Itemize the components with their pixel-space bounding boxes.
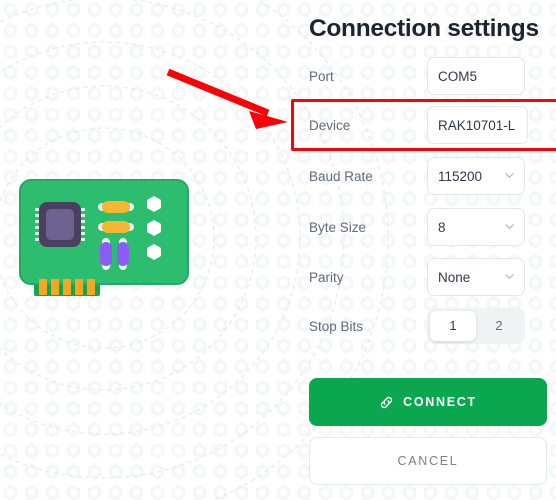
parity-value: None [438, 269, 471, 285]
port-value: COM5 [438, 68, 478, 84]
field-row-stop-bits: Stop Bits 1 2 [309, 307, 547, 345]
field-row-baud-rate: Baud Rate 115200 [309, 157, 547, 195]
field-row-port: Port COM5 [309, 57, 547, 95]
page-title: Connection settings [309, 15, 539, 42]
byte-size-value: 8 [438, 219, 446, 235]
field-row-byte-size: Byte Size 8 [309, 208, 547, 246]
chevron-down-icon [505, 173, 514, 178]
parity-select[interactable]: None [427, 258, 525, 296]
label-byte-size: Byte Size [309, 219, 367, 235]
stop-bits-option-1[interactable]: 1 [430, 311, 476, 341]
circuit-board-illustration [19, 179, 189, 296]
label-parity: Parity [309, 269, 344, 285]
byte-size-select[interactable]: 8 [427, 208, 525, 246]
cancel-button[interactable]: CANCEL [309, 437, 547, 485]
device-value: RAK10701-L [438, 117, 516, 133]
field-row-parity: Parity None [309, 258, 547, 296]
connection-settings-dialog: Connection settings Port COM5 Device RAK… [0, 0, 556, 500]
label-baud-rate: Baud Rate [309, 168, 373, 184]
baud-rate-select[interactable]: 115200 [427, 157, 525, 195]
chevron-down-icon [505, 274, 514, 279]
field-row-device: Device RAK10701-L [309, 106, 547, 144]
stop-bits-segmented-control[interactable]: 1 2 [427, 308, 525, 344]
connect-button[interactable]: CONNECT [309, 378, 547, 426]
label-port: Port [309, 68, 334, 84]
chevron-down-icon [505, 224, 514, 229]
port-input[interactable]: COM5 [427, 57, 525, 95]
settings-panel: Connection settings Port COM5 Device RAK… [300, 0, 556, 500]
connect-button-label: CONNECT [403, 395, 477, 409]
baud-rate-value: 115200 [438, 168, 483, 184]
stop-bits-option-2[interactable]: 2 [476, 311, 522, 341]
link-icon [379, 395, 394, 410]
device-input[interactable]: RAK10701-L [427, 106, 528, 144]
label-device: Device [309, 117, 351, 133]
cancel-button-label: CANCEL [397, 454, 459, 468]
label-stop-bits: Stop Bits [309, 318, 364, 334]
